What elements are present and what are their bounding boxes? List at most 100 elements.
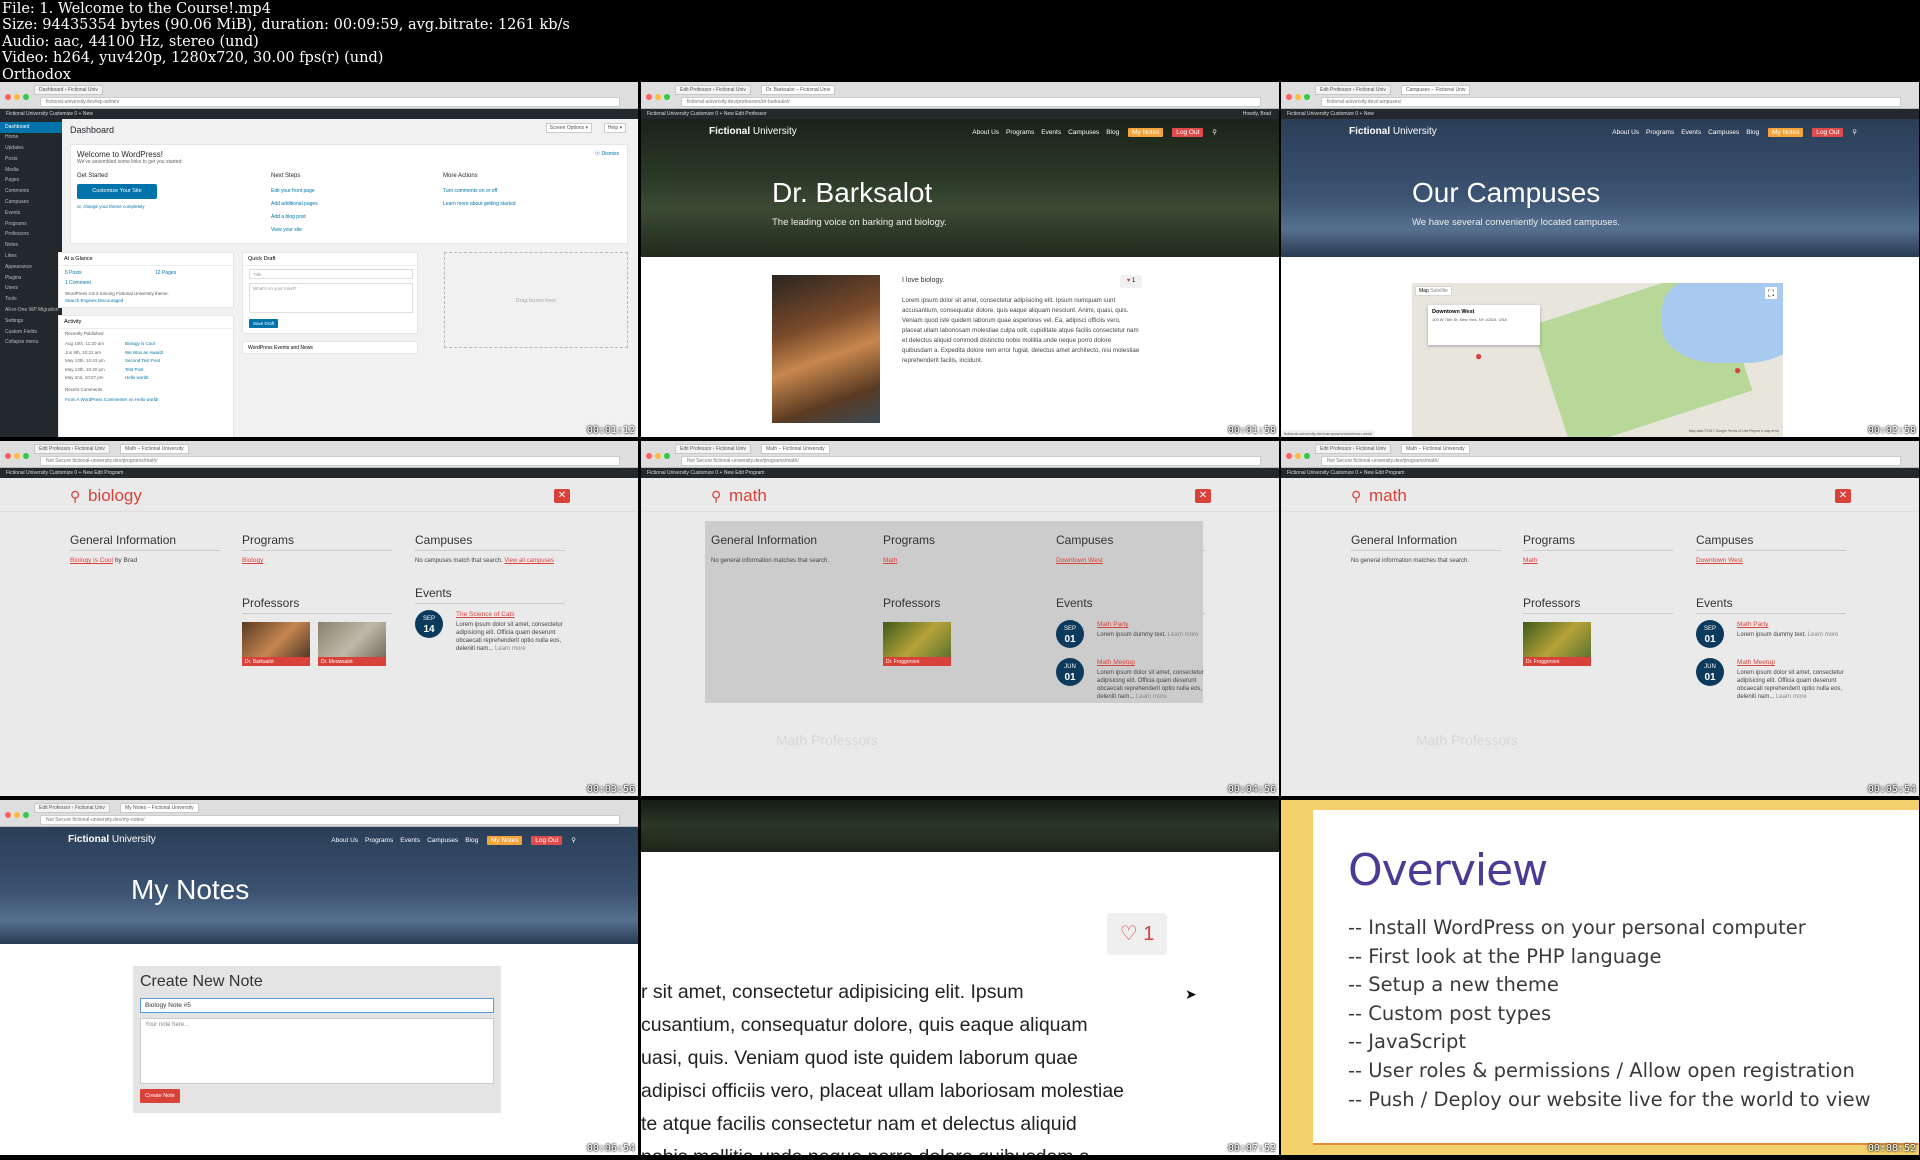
browser-tab-active[interactable]: My Notes – Fictional University [120, 803, 199, 813]
browser-tab[interactable]: Edit Professor ‹ Fictional Univ [675, 85, 751, 95]
campus-link[interactable]: Downtown West [1696, 557, 1743, 565]
activity-post-link[interactable]: Second Test Post [125, 358, 160, 363]
professor-card[interactable]: Dr. Froggerson [1523, 622, 1591, 666]
sidebar-item[interactable]: Posts [0, 154, 62, 165]
thumb-zoomed-content[interactable]: ♡ 1 r sit amet, consectetur adipisicing … [641, 800, 1279, 1155]
sidebar-item[interactable]: Pages [0, 176, 62, 187]
thumb-my-notes[interactable]: Edit Professor ‹ Fictional Univ My Notes… [0, 800, 638, 1155]
browser-tab-active[interactable]: Math – Fictional University [1401, 444, 1470, 454]
sidebar-item[interactable]: Custom Fields [0, 327, 62, 338]
nav-campuses[interactable]: Campuses [1068, 129, 1099, 136]
wp-admin-bar[interactable]: Fictional University Customize 0 + New E… [1281, 468, 1919, 478]
map-pin-icon[interactable]: ● [1734, 363, 1741, 377]
search-engines-status[interactable]: Search Engines Discouraged [65, 298, 123, 303]
address-bar[interactable]: Not Secure fictional-university.dev/my-n… [40, 815, 620, 825]
activity-post-link[interactable]: Test Post [125, 367, 144, 372]
nav-events[interactable]: Events [1041, 129, 1061, 136]
sidebar-item[interactable]: Likes [0, 252, 62, 263]
nav-about[interactable]: About Us [1612, 129, 1639, 136]
more-action-link[interactable]: Turn comments on or off [443, 185, 516, 198]
search-input[interactable]: math [729, 486, 767, 506]
learn-more-link[interactable]: Learn more [1168, 632, 1199, 638]
program-link[interactable]: Biology [242, 557, 263, 565]
sidebar-item[interactable]: Appearance [0, 262, 62, 273]
program-link[interactable]: Math [1523, 557, 1537, 565]
browser-tab-active[interactable]: Campuses – Fictional Univ [1401, 85, 1471, 95]
browser-tab-active[interactable]: Math – Fictional University [120, 444, 189, 454]
sidebar-item[interactable]: Dashboard [0, 122, 62, 133]
sidebar-item[interactable]: Plugins [0, 273, 62, 284]
close-icon[interactable]: ✕ [1195, 489, 1211, 503]
professor-card[interactable]: Dr. Meowsalot [318, 622, 386, 666]
nav-programs[interactable]: Programs [1006, 129, 1034, 136]
nav-programs[interactable]: Programs [365, 837, 393, 844]
nav-campuses[interactable]: Campuses [427, 837, 458, 844]
search-input[interactable]: biology [88, 486, 142, 506]
recent-comment-item[interactable]: From A WordPress Commenter on Hello worl… [65, 397, 158, 402]
browser-tab[interactable]: Edit Professor ‹ Fictional Univ [34, 803, 110, 813]
next-step-link[interactable]: Add a blog post [271, 211, 318, 224]
address-bar[interactable]: Not Secure fictional-university.dev/prog… [40, 456, 620, 466]
address-bar[interactable]: Not Secure fictional-university.dev/prog… [1321, 456, 1901, 466]
quick-draft-content-input[interactable]: What's on your mind? [249, 283, 413, 313]
my-notes-button[interactable]: My Notes [1768, 128, 1804, 137]
event-title-link[interactable]: Math Meetup [1737, 659, 1775, 667]
browser-tab[interactable]: Edit Professor ‹ Fictional Univ [34, 444, 110, 454]
next-step-link[interactable]: Add additional pages [271, 198, 318, 211]
event-title-link[interactable]: Math Party [1097, 621, 1128, 629]
thumb-search-math[interactable]: Edit Professor ‹ Fictional Univ Math – F… [1281, 441, 1919, 796]
address-bar[interactable]: fictional-university.dev/wp-admin/ [40, 97, 620, 107]
quick-draft-title-input[interactable]: Title [249, 269, 413, 279]
sidebar-item[interactable]: Settings [0, 316, 62, 327]
dismiss-link[interactable]: ⓧ Dismiss [595, 150, 619, 157]
wp-admin-bar[interactable]: Fictional University Customize 0 + New [1281, 109, 1919, 119]
thumb-dashboard[interactable]: Dashboard ‹ Fictional Univ fictional-uni… [0, 82, 638, 437]
sidebar-item[interactable]: Programs [0, 219, 62, 230]
nav-programs[interactable]: Programs [1646, 129, 1674, 136]
my-notes-button[interactable]: My Notes [1128, 128, 1164, 137]
result-link[interactable]: Biology is Cool [70, 557, 113, 564]
customize-site-button[interactable]: Customize Your Site [77, 184, 157, 199]
nav-campuses[interactable]: Campuses [1708, 129, 1739, 136]
thumb-search-math-selected[interactable]: Edit Professor ‹ Fictional Univ Math – F… [641, 441, 1279, 796]
learn-more-link[interactable]: Learn more [1808, 632, 1839, 638]
close-icon[interactable]: ✕ [1835, 489, 1851, 503]
more-action-link[interactable]: Learn more about getting started [443, 198, 516, 211]
search-icon[interactable]: ⚲ [571, 837, 576, 844]
wp-admin-bar[interactable]: Fictional University Customize 0 + New E… [641, 109, 1279, 119]
thumb-professor-page[interactable]: Edit Professor ‹ Fictional Univ Dr. Bark… [641, 82, 1279, 437]
nav-events[interactable]: Events [400, 837, 420, 844]
browser-tab-active[interactable]: Dr. Barksalot – Fictional Univ [761, 85, 836, 95]
close-icon[interactable]: ✕ [554, 489, 570, 503]
nav-blog[interactable]: Blog [465, 837, 478, 844]
program-link[interactable]: Math [883, 557, 897, 565]
browser-tab[interactable]: Edit Professor ‹ Fictional Univ [1315, 444, 1391, 454]
sidebar-item[interactable]: Users [0, 284, 62, 295]
save-draft-button[interactable]: Save Draft [249, 319, 279, 328]
create-note-button[interactable]: Create Note [140, 1089, 180, 1103]
sidebar-item[interactable]: Professors [0, 230, 62, 241]
browser-tab[interactable]: Edit Professor ‹ Fictional Univ [1315, 85, 1391, 95]
learn-more-link[interactable]: Learn more [495, 646, 526, 652]
address-bar[interactable]: Not Secure fictional-university.dev/prog… [681, 456, 1261, 466]
professor-card[interactable]: Dr. Barksalot [242, 622, 310, 666]
note-title-input[interactable]: Biology Note #5 [140, 998, 494, 1013]
sidebar-item[interactable]: Campuses [0, 198, 62, 209]
sidebar-item[interactable]: Events [0, 208, 62, 219]
log-out-button[interactable]: Log Out [1172, 128, 1204, 137]
browser-tab[interactable]: Edit Professor ‹ Fictional Univ [675, 444, 751, 454]
view-all-campuses-link[interactable]: View all campuses [504, 558, 554, 564]
sidebar-item[interactable]: Media [0, 165, 62, 176]
change-theme-link[interactable]: or, change your theme completely [77, 204, 145, 209]
thumb-overview-slide[interactable]: Overview -- Install WordPress on your pe… [1281, 800, 1919, 1155]
sidebar-item[interactable]: Updates [0, 144, 62, 155]
note-body-textarea[interactable]: Your note here... [140, 1018, 494, 1084]
address-bar[interactable]: fictional-university.dev/professors/dr-b… [681, 97, 1261, 107]
nav-events[interactable]: Events [1681, 129, 1701, 136]
browser-tab[interactable]: Dashboard ‹ Fictional Univ [34, 85, 103, 95]
wp-admin-bar[interactable]: Fictional University Customize 0 + New [0, 109, 638, 119]
like-box[interactable]: ♥ 1 [1120, 275, 1142, 288]
log-out-button[interactable]: Log Out [531, 836, 563, 845]
nav-about[interactable]: About Us [331, 837, 358, 844]
map-type-controls[interactable]: Map Satellite [1416, 287, 1451, 295]
